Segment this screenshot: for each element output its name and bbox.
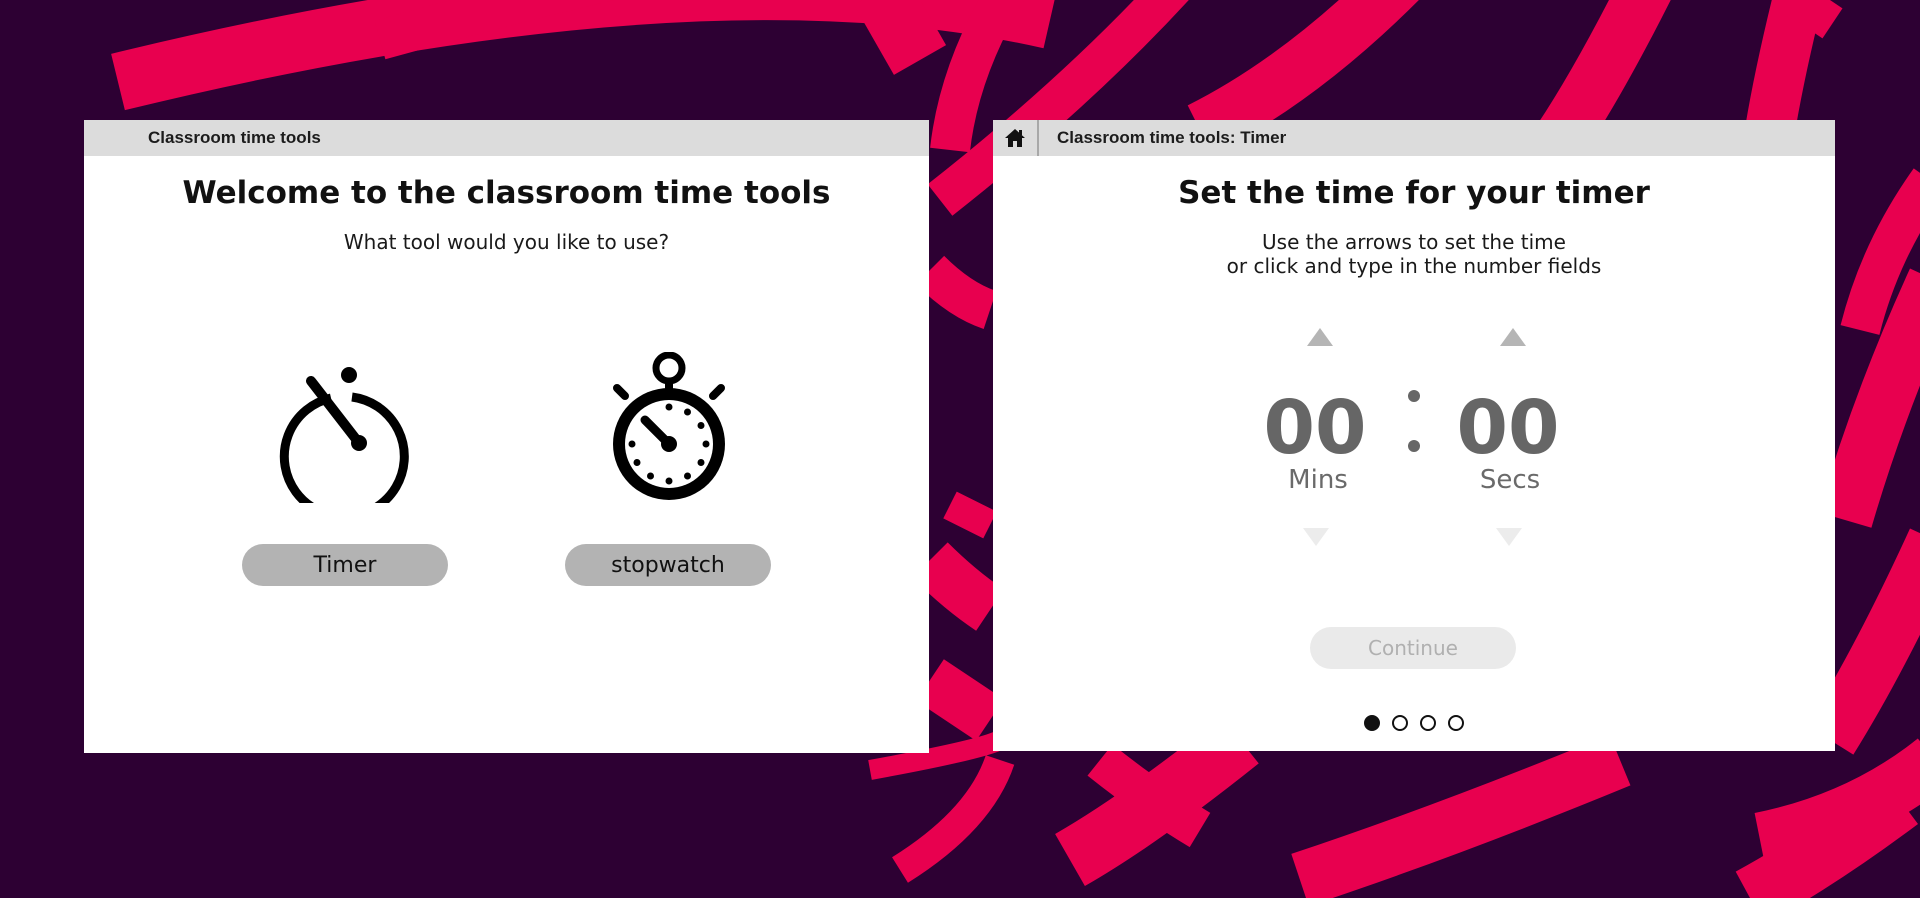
stripe [853,0,947,75]
stripe [943,491,997,539]
stripe [1291,734,1631,898]
minutes-input[interactable] [1260,385,1370,471]
continue-button[interactable]: Continue [1310,627,1516,669]
step-dot-1[interactable] [1364,715,1380,731]
seconds-input[interactable] [1453,385,1563,471]
seconds-up-arrow[interactable] [1498,326,1528,348]
seconds-label: Secs [1479,465,1541,495]
welcome-titlebar-label: Classroom time tools [148,128,321,147]
step-dot-3[interactable] [1420,715,1436,731]
stripe [891,754,1015,883]
timer-panel: Classroom time tools: Timer Set the time… [993,120,1835,751]
timer-instructions-line1: Use the arrows to set the time [1262,230,1566,254]
timer-heading: Set the time for your timer [1178,175,1650,211]
welcome-prompt: What tool would you like to use? [343,230,670,254]
timer-instructions-line2: or click and type in the number fields [1226,254,1602,278]
timer-button[interactable]: Timer [242,544,448,586]
stripe [1055,716,1259,887]
home-button[interactable] [993,120,1039,156]
stopwatch-button[interactable]: stopwatch [565,544,771,586]
minutes-up-arrow[interactable] [1305,326,1335,348]
step-dot-2[interactable] [1392,715,1408,731]
time-separator [1408,390,1420,452]
home-icon [1005,129,1025,147]
timer-titlebar-label: Classroom time tools: Timer [1057,128,1287,147]
welcome-heading: Welcome to the classroom time tools [182,175,831,211]
stripe [1806,528,1920,755]
welcome-titlebar: Classroom time tools [84,120,929,156]
minutes-label: Mins [1288,465,1348,495]
stripe [1797,0,1843,39]
stripe [915,255,997,329]
stripe [1537,0,1671,156]
minutes-down-arrow[interactable] [1301,526,1331,548]
stripe [912,542,1005,631]
step-indicator [993,715,1835,731]
stopwatch-icon[interactable] [611,352,727,504]
stripe [916,659,1004,741]
timer-titlebar: Classroom time tools: Timer [993,120,1835,156]
stripe [1745,0,1824,135]
timer-icon[interactable] [276,363,414,503]
welcome-panel: Classroom time tools Welcome to the clas… [84,120,929,753]
stripe [1187,0,1419,155]
seconds-down-arrow[interactable] [1494,526,1524,548]
step-dot-4[interactable] [1448,715,1464,731]
